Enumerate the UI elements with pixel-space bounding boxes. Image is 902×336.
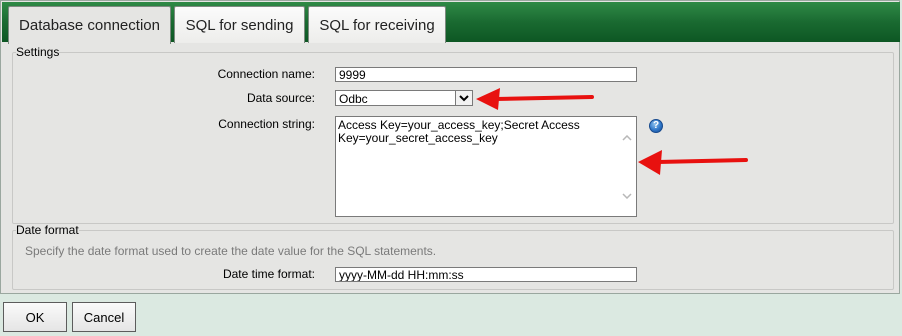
tab-database-connection[interactable]: Database connection <box>8 6 171 44</box>
date-format-hint: Specify the date format used to create t… <box>25 244 437 258</box>
help-icon[interactable]: ? <box>649 119 663 133</box>
chevron-down-icon[interactable] <box>455 91 472 105</box>
settings-legend: Settings <box>16 45 60 59</box>
connection-name-label: Connection name: <box>217 67 315 81</box>
tab-sql-for-sending[interactable]: SQL for sending <box>174 6 305 43</box>
cancel-button[interactable]: Cancel <box>72 302 136 332</box>
scroll-up-icon[interactable] <box>622 133 632 143</box>
connection-string-value: Access Key=your_access_key;Secret Access… <box>338 118 580 145</box>
date-time-format-input[interactable] <box>335 267 637 282</box>
red-arrow <box>638 150 748 175</box>
tab-sql-for-receiving[interactable]: SQL for receiving <box>308 6 446 43</box>
data-source-select[interactable]: Odbc <box>335 90 473 106</box>
tab-bar: Database connection SQL for sending SQL … <box>2 2 900 44</box>
data-source-value: Odbc <box>339 92 368 106</box>
date-time-format-label: Date time format: <box>222 267 315 281</box>
red-arrow <box>476 88 594 110</box>
dialog-frame: Database connection SQL for sending SQL … <box>0 0 900 294</box>
connection-string-label: Connection string: <box>218 117 315 131</box>
connection-name-input[interactable] <box>335 67 637 82</box>
scroll-down-icon[interactable] <box>622 191 632 201</box>
data-source-label: Data source: <box>246 91 315 105</box>
connection-string-textarea[interactable]: Access Key=your_access_key;Secret Access… <box>335 116 637 217</box>
date-format-legend: Date format <box>16 223 79 237</box>
ok-button[interactable]: OK <box>3 302 67 332</box>
